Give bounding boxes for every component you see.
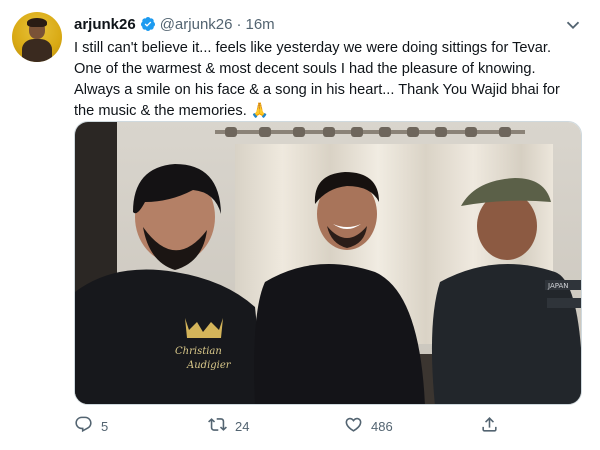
retweet-count: 24 <box>235 418 250 434</box>
separator-dot: · <box>236 15 242 33</box>
photo-scene: Christian Audigier JAPAN <box>75 122 581 404</box>
avatar-hair <box>27 18 47 27</box>
reply-count: 5 <box>101 418 109 434</box>
share-icon <box>480 415 507 437</box>
reply-icon <box>74 415 101 437</box>
like-button[interactable]: 486 <box>344 414 393 438</box>
tweet-card[interactable]: arjunk26 @arjunk26 · 16m I still can't b… <box>0 0 600 450</box>
heart-icon <box>344 415 371 437</box>
tweet-text-line: One of the warmest & most decent souls I… <box>74 61 536 77</box>
reply-button[interactable]: 5 <box>74 414 108 438</box>
retweet-icon <box>208 415 235 437</box>
tweet-text-line: I still can't believe it... feels like y… <box>74 40 552 56</box>
tweet-header: arjunk26 @arjunk26 · 16m <box>74 14 275 34</box>
display-name[interactable]: arjunk26 <box>74 16 136 33</box>
tweet-text: I still can't believe it... feels like y… <box>74 38 574 122</box>
tweet-text-line: the music & the memories. 🙏 <box>74 103 269 119</box>
avatar-body <box>22 39 52 62</box>
cap-patch-text: JAPAN <box>547 282 569 290</box>
shirt-text: Christian <box>175 346 222 357</box>
handle[interactable]: @arjunk26 <box>160 16 233 33</box>
share-button[interactable] <box>480 414 507 438</box>
tweet-photo[interactable]: Christian Audigier JAPAN <box>74 121 582 405</box>
like-count: 486 <box>371 418 393 434</box>
chevron-down-icon[interactable] <box>562 14 584 36</box>
tweet-text-line: Always a smile on his face & a song in h… <box>74 82 560 98</box>
timestamp[interactable]: 16m <box>245 16 274 33</box>
shirt-text: Audigier <box>186 360 232 371</box>
verified-badge-icon <box>140 16 156 32</box>
avatar[interactable] <box>12 12 62 62</box>
action-bar: 5 24 486 <box>74 414 582 438</box>
retweet-button[interactable]: 24 <box>208 414 249 438</box>
